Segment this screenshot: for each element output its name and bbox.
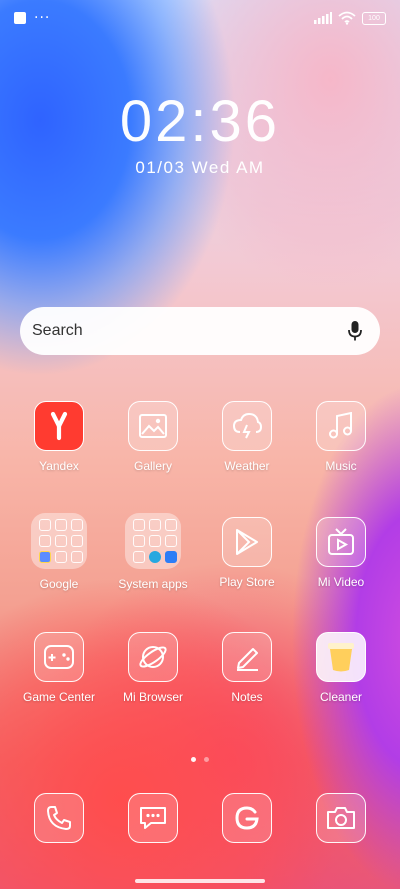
app-thumbnail xyxy=(133,535,145,547)
app-thumbnail xyxy=(149,535,161,547)
search-placeholder: Search xyxy=(32,322,83,339)
app-thumbnail xyxy=(39,535,51,547)
page-indicator[interactable] xyxy=(0,757,400,762)
app-thumbnail xyxy=(149,551,161,563)
app-thumbnail xyxy=(55,519,67,531)
dock-google[interactable] xyxy=(200,793,294,843)
app-label: Cleaner xyxy=(319,690,363,704)
app-weather[interactable]: Weather xyxy=(200,401,294,473)
app-mi-video[interactable]: Mi Video xyxy=(294,517,388,589)
status-left: ··· xyxy=(14,10,50,26)
wifi-icon xyxy=(338,11,356,25)
folder-icon xyxy=(31,513,87,569)
app-thumbnail xyxy=(55,535,67,547)
microphone-icon[interactable] xyxy=(348,320,362,342)
app-cleaner[interactable]: Cleaner xyxy=(294,632,388,704)
app-thumbnail xyxy=(165,519,177,531)
google-icon xyxy=(222,793,272,843)
notes-icon xyxy=(222,632,272,682)
dock-camera[interactable] xyxy=(294,793,388,843)
app-thumbnail xyxy=(133,551,145,563)
app-label: Game Center xyxy=(22,690,96,704)
folder-system-apps[interactable]: System apps xyxy=(106,513,200,591)
more-notifications-icon: ··· xyxy=(34,10,51,26)
clock-date[interactable]: 01/03 Wed AM xyxy=(0,158,400,178)
app-thumbnail xyxy=(71,535,83,547)
app-thumbnail xyxy=(71,519,83,531)
app-label: Mi Browser xyxy=(122,690,183,704)
folder-icon xyxy=(125,513,181,569)
app-label: System apps xyxy=(118,577,188,591)
app-thumbnail xyxy=(149,519,161,531)
app-label: Google xyxy=(39,577,79,591)
status-bar: ··· 100 xyxy=(0,0,400,36)
app-music[interactable]: Music xyxy=(294,401,388,473)
app-thumbnail xyxy=(55,551,67,563)
music-icon xyxy=(316,401,366,451)
app-game-center[interactable]: Game Center xyxy=(12,632,106,704)
app-label: Gallery xyxy=(133,459,172,473)
video-icon xyxy=(316,517,366,567)
folder-google[interactable]: Google xyxy=(12,513,106,591)
app-thumbnail xyxy=(165,535,177,547)
yandex-icon xyxy=(34,401,84,451)
app-label: Yandex xyxy=(39,459,79,473)
notification-icon xyxy=(14,12,26,24)
search-bar[interactable]: Search xyxy=(20,307,380,355)
page-dot-active[interactable] xyxy=(191,757,196,762)
app-play-store[interactable]: Play Store xyxy=(200,517,294,589)
app-label: Play Store xyxy=(219,575,275,589)
dock-messages[interactable] xyxy=(106,793,200,843)
messages-icon xyxy=(128,793,178,843)
app-mi-browser[interactable]: Mi Browser xyxy=(106,632,200,704)
app-label: Music xyxy=(325,459,357,473)
app-thumbnail xyxy=(165,551,177,563)
app-label: Mi Video xyxy=(317,575,365,589)
page-dot[interactable] xyxy=(204,757,209,762)
gamepad-icon xyxy=(34,632,84,682)
browser-icon xyxy=(128,632,178,682)
status-right: 100 xyxy=(314,11,386,25)
app-notes[interactable]: Notes xyxy=(200,632,294,704)
app-gallery[interactable]: Gallery xyxy=(106,401,200,473)
clock-time[interactable]: 02:36 xyxy=(0,88,400,155)
camera-icon xyxy=(316,793,366,843)
cleaner-icon xyxy=(316,632,366,682)
app-thumbnail xyxy=(39,519,51,531)
signal-icon xyxy=(314,12,332,24)
app-thumbnail xyxy=(39,551,51,563)
app-thumbnail xyxy=(71,551,83,563)
phone-icon xyxy=(34,793,84,843)
home-indicator[interactable] xyxy=(135,879,265,883)
play-store-icon xyxy=(222,517,272,567)
dock-phone[interactable] xyxy=(12,793,106,843)
app-yandex[interactable]: Yandex xyxy=(12,401,106,473)
app-thumbnail xyxy=(133,519,145,531)
battery-icon: 100 xyxy=(362,11,386,25)
gallery-icon xyxy=(128,401,178,451)
app-label: Notes xyxy=(231,690,263,704)
weather-icon xyxy=(222,401,272,451)
app-label: Weather xyxy=(224,459,270,473)
